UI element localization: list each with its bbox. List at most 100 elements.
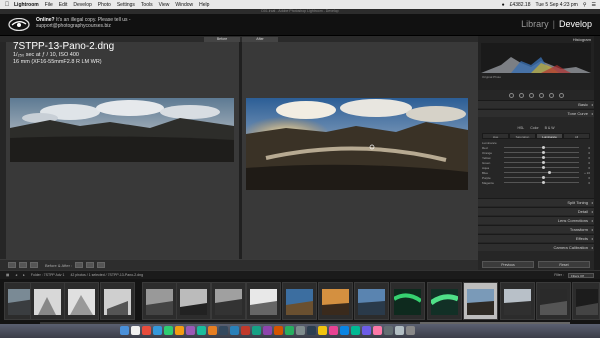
battery-value[interactable]: £4382.18 bbox=[510, 2, 531, 8]
section-transform[interactable]: Transform bbox=[478, 225, 594, 234]
original-photo-checkbox[interactable]: Original Photo bbox=[482, 75, 501, 79]
adjustment-brush-icon[interactable] bbox=[558, 92, 564, 98]
finder-icon[interactable] bbox=[120, 326, 129, 335]
app-icon[interactable] bbox=[318, 326, 327, 335]
section-camera-calibration[interactable]: Camera Calibration bbox=[478, 243, 594, 252]
radial-filter-icon[interactable] bbox=[548, 92, 554, 98]
tab-luminance[interactable]: Luminance bbox=[536, 133, 563, 139]
spot-removal-icon[interactable] bbox=[518, 92, 524, 98]
histogram-panel[interactable]: Histogram Original Photo bbox=[478, 36, 594, 90]
filter-select[interactable]: Filters Off bbox=[568, 272, 594, 278]
app-icon[interactable] bbox=[307, 326, 316, 335]
copy-after-before-button[interactable] bbox=[86, 262, 95, 268]
graduated-filter-icon[interactable] bbox=[538, 92, 544, 98]
slider-thumb[interactable] bbox=[547, 171, 551, 174]
tab-saturation[interactable]: Saturation bbox=[509, 133, 536, 139]
menu-tools[interactable]: Tools bbox=[141, 2, 153, 8]
filmstrip-cell[interactable] bbox=[318, 282, 353, 320]
hsl-mode-hsl[interactable]: HSL bbox=[517, 126, 524, 130]
grid-view-icon[interactable]: ▦ bbox=[6, 273, 9, 277]
app-icon[interactable] bbox=[263, 326, 272, 335]
section-tone-curve[interactable]: Tone Curve bbox=[478, 109, 594, 118]
folder-label[interactable]: Folder : 7STPP Adv 1 bbox=[31, 273, 65, 277]
app-icon[interactable] bbox=[351, 326, 360, 335]
nav-back-icon[interactable]: ◂ bbox=[15, 273, 17, 277]
nav-forward-icon[interactable]: ▸ bbox=[23, 273, 25, 277]
loupe-view-button[interactable] bbox=[8, 262, 16, 268]
hsl-mode-color[interactable]: Color bbox=[530, 126, 538, 130]
filmstrip-cell[interactable] bbox=[500, 282, 535, 320]
filmstrip-cell[interactable] bbox=[142, 282, 177, 320]
app-icon[interactable] bbox=[230, 326, 239, 335]
filmstrip-cell[interactable] bbox=[282, 282, 317, 320]
copy-before-after-button[interactable] bbox=[75, 262, 84, 268]
filmstrip-cell[interactable] bbox=[100, 282, 135, 320]
before-photo[interactable] bbox=[10, 98, 234, 162]
trash-icon[interactable] bbox=[406, 326, 415, 335]
menu-photo[interactable]: Photo bbox=[98, 2, 111, 8]
section-lens-corrections[interactable]: Lens Corrections bbox=[478, 216, 594, 225]
red-eye-icon[interactable] bbox=[528, 92, 534, 98]
slider-thumb[interactable] bbox=[541, 156, 545, 159]
filmstrip-cell[interactable] bbox=[246, 282, 281, 320]
section-split-toning[interactable]: Split Toning bbox=[478, 198, 594, 207]
slider-thumb[interactable] bbox=[541, 161, 545, 164]
reset-button[interactable]: Reset bbox=[538, 261, 590, 268]
app-icon[interactable] bbox=[373, 326, 382, 335]
app-icon[interactable] bbox=[362, 326, 371, 335]
filmstrip-cell[interactable] bbox=[176, 282, 211, 320]
swap-settings-button[interactable] bbox=[97, 262, 106, 268]
filmstrip-cell[interactable] bbox=[427, 282, 462, 320]
app-icon[interactable] bbox=[340, 326, 349, 335]
menu-edit[interactable]: Edit bbox=[59, 2, 68, 8]
before-after-view-button[interactable] bbox=[19, 262, 27, 268]
app-icon[interactable] bbox=[296, 326, 305, 335]
app-icon[interactable] bbox=[395, 326, 404, 335]
tab-all[interactable]: All bbox=[563, 133, 590, 139]
menu-file[interactable]: File bbox=[45, 2, 53, 8]
slider-thumb[interactable] bbox=[541, 151, 545, 154]
app-icon[interactable] bbox=[285, 326, 294, 335]
menu-list-icon[interactable]: ☰ bbox=[592, 2, 596, 8]
hsl-mode-bw[interactable]: B & W bbox=[545, 126, 555, 130]
app-icon[interactable] bbox=[186, 326, 195, 335]
app-icon[interactable] bbox=[175, 326, 184, 335]
module-develop[interactable]: Develop bbox=[559, 19, 592, 29]
filmstrip-cell[interactable] bbox=[64, 282, 99, 320]
menu-window[interactable]: Window bbox=[175, 2, 193, 8]
app-icon[interactable] bbox=[153, 326, 162, 335]
menu-develop[interactable]: Develop bbox=[73, 2, 91, 8]
menu-view[interactable]: View bbox=[159, 2, 170, 8]
previous-button[interactable]: Previous bbox=[482, 261, 534, 268]
slider-thumb[interactable] bbox=[541, 176, 545, 179]
tab-hue[interactable]: Hue bbox=[482, 133, 509, 139]
wifi-icon[interactable]: ● bbox=[502, 2, 505, 8]
filmstrip-cell[interactable] bbox=[536, 282, 571, 320]
menu-settings[interactable]: Settings bbox=[117, 2, 135, 8]
menu-app-name[interactable]: Lightroom bbox=[14, 2, 39, 8]
clock[interactable]: Tue 5 Sep 4:23 pm bbox=[536, 2, 578, 8]
app-icon[interactable] bbox=[208, 326, 217, 335]
filmstrip-cell[interactable] bbox=[390, 282, 425, 320]
app-icon[interactable] bbox=[241, 326, 250, 335]
app-icon[interactable] bbox=[252, 326, 261, 335]
app-icon[interactable] bbox=[274, 326, 283, 335]
filmstrip-cell[interactable] bbox=[211, 282, 246, 320]
slider-row-magenta[interactable]: Magenta 0 bbox=[482, 180, 590, 185]
app-icon[interactable] bbox=[384, 326, 393, 335]
after-photo[interactable] bbox=[246, 98, 468, 190]
apple-icon[interactable]:  bbox=[4, 2, 10, 8]
app-icon[interactable] bbox=[219, 326, 228, 335]
filmstrip-cell[interactable] bbox=[30, 282, 65, 320]
app-icon[interactable] bbox=[131, 326, 140, 335]
slider-thumb[interactable] bbox=[541, 181, 545, 184]
app-icon[interactable] bbox=[164, 326, 173, 335]
module-library[interactable]: Library bbox=[521, 19, 549, 29]
section-detail[interactable]: Detail bbox=[478, 207, 594, 216]
section-effects[interactable]: Effects bbox=[478, 234, 594, 243]
filmstrip-cell[interactable] bbox=[572, 282, 600, 320]
app-icon[interactable] bbox=[197, 326, 206, 335]
section-basic[interactable]: Basic bbox=[478, 100, 594, 109]
slider-thumb[interactable] bbox=[541, 166, 545, 169]
right-panel-edge[interactable] bbox=[594, 36, 600, 270]
